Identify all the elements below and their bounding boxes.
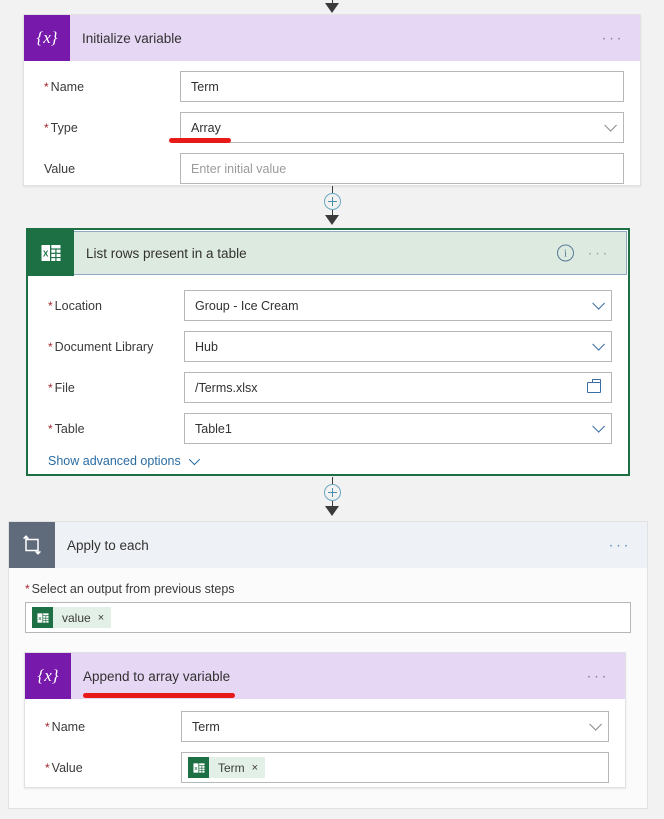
chevron-down-icon — [188, 453, 200, 466]
field-label-name: Name — [40, 80, 180, 94]
field-row-name: Name Term — [40, 71, 624, 102]
token-chip-term-label: Term — [218, 760, 245, 775]
card-title-list-rows: List rows present in a table — [86, 245, 247, 261]
excel-icon: X — [28, 230, 74, 276]
variable-braces-icon: {x} — [24, 15, 70, 61]
overflow-menu-list-rows[interactable]: ··· — [588, 246, 611, 261]
value-input[interactable]: Enter initial value — [180, 153, 624, 184]
document-library-dropdown[interactable]: Hub — [184, 331, 612, 362]
card-body-append-to-array-variable: Name Term Value X — [25, 699, 625, 809]
field-row-document-library: Document Library Hub — [44, 331, 612, 362]
card-header-apply-to-each[interactable]: Apply to each ··· — [9, 522, 647, 568]
card-initialize-variable[interactable]: {x} Initialize variable ··· Name Term Ty… — [23, 14, 641, 186]
excel-icon: X — [32, 607, 53, 628]
card-header-initialize-variable[interactable]: {x} Initialize variable ··· — [24, 15, 640, 61]
insert-step-button-one[interactable] — [323, 193, 341, 210]
flow-canvas: {x} Initialize variable ··· Name Term Ty… — [0, 0, 664, 819]
card-body-initialize-variable: Name Term Type Array Value Enter initial… — [24, 61, 640, 210]
name-input[interactable]: Term — [180, 71, 624, 102]
field-label-document-library: Document Library — [44, 340, 184, 354]
card-body-list-rows: Location Group - Ice Cream Document Libr… — [28, 276, 628, 484]
output-selector-label: Select an output from previous steps — [25, 582, 631, 596]
field-row-type: Type Array — [40, 112, 624, 143]
show-advanced-options-label: Show advanced options — [48, 454, 181, 468]
append-name-dropdown-value: Term — [192, 719, 220, 734]
field-label-type: Type — [40, 121, 180, 135]
field-row-append-value: Value X — [41, 752, 609, 783]
type-dropdown-value: Array — [191, 120, 221, 135]
token-chip-value-label: value — [62, 610, 91, 625]
annotation-append-title — [83, 693, 235, 698]
field-label-value: Value — [44, 161, 76, 176]
chevron-down-icon — [604, 119, 617, 132]
card-header-list-rows[interactable]: X List rows present in a table i ··· — [28, 230, 628, 276]
type-dropdown[interactable]: Array — [180, 112, 624, 143]
card-body-apply-to-each: Select an output from previous steps X — [9, 568, 647, 633]
info-icon[interactable]: i — [557, 244, 574, 262]
field-label-append-value: Value — [41, 761, 181, 775]
field-label-location: Location — [44, 299, 184, 313]
output-selector-input[interactable]: X value × — [25, 602, 631, 633]
annotation-type-array — [169, 138, 231, 143]
card-header-band-list-rows[interactable]: List rows present in a table i ··· — [74, 231, 627, 275]
overflow-menu-apply-to-each[interactable]: ··· — [609, 538, 632, 553]
show-advanced-options-link[interactable]: Show advanced options — [44, 453, 612, 468]
card-list-rows-present-in-a-table[interactable]: X List rows present in a table i ··· * L… — [26, 228, 630, 476]
loop-icon — [9, 522, 55, 568]
variable-braces-glyph: {x} — [36, 28, 58, 47]
overflow-menu-initialize-variable[interactable]: ··· — [602, 31, 625, 46]
table-dropdown-value: Table1 — [195, 421, 232, 436]
file-input[interactable]: /Terms.xlsx — [184, 372, 612, 403]
field-row-value: Value Enter initial value — [40, 153, 624, 184]
connector-top — [0, 0, 664, 13]
card-title-initialize-variable: Initialize variable — [82, 30, 182, 46]
svg-text:X: X — [43, 250, 49, 259]
field-row-file: File /Terms.xlsx — [44, 372, 612, 403]
field-row-append-name: Name Term — [41, 711, 609, 742]
close-icon[interactable]: × — [252, 762, 258, 774]
file-input-value: /Terms.xlsx — [195, 380, 258, 395]
card-title-apply-to-each: Apply to each — [67, 537, 149, 553]
field-label-file: File — [44, 381, 184, 395]
variable-braces-icon: {x} — [25, 653, 71, 699]
field-label-append-name: Name — [41, 720, 181, 734]
card-apply-to-each[interactable]: Apply to each ··· Select an output from … — [8, 521, 648, 809]
arrow-head-icon — [325, 3, 339, 13]
field-row-location: Location Group - Ice Cream — [44, 290, 612, 321]
insert-step-button-two[interactable] — [323, 484, 341, 501]
folder-icon[interactable] — [587, 379, 602, 393]
excel-icon: X — [188, 757, 209, 778]
table-dropdown[interactable]: Table1 — [184, 413, 612, 444]
location-dropdown-value: Group - Ice Cream — [195, 298, 299, 313]
chevron-down-icon — [592, 297, 605, 310]
overflow-menu-append-to-array-variable[interactable]: ··· — [587, 669, 610, 684]
close-icon[interactable]: × — [98, 612, 104, 624]
token-chip-value[interactable]: X value × — [32, 607, 112, 628]
card-title-append-to-array-variable: Append to array variable — [83, 668, 231, 684]
field-row-table: Table Table1 — [44, 413, 612, 444]
card-append-to-array-variable[interactable]: {x} Append to array variable ··· Name Te… — [24, 652, 626, 788]
field-label-table: Table — [44, 422, 184, 436]
append-value-input[interactable]: X Term × — [181, 752, 609, 783]
token-chip-term[interactable]: X Term × — [188, 757, 266, 778]
arrow-head-icon — [325, 506, 339, 516]
append-name-dropdown[interactable]: Term — [181, 711, 609, 742]
chevron-down-icon — [589, 718, 602, 731]
chevron-down-icon — [592, 338, 605, 351]
location-dropdown[interactable]: Group - Ice Cream — [184, 290, 612, 321]
chevron-down-icon — [592, 420, 605, 433]
variable-braces-glyph: {x} — [37, 666, 59, 685]
document-library-dropdown-value: Hub — [195, 339, 218, 354]
arrow-head-icon — [325, 215, 339, 225]
